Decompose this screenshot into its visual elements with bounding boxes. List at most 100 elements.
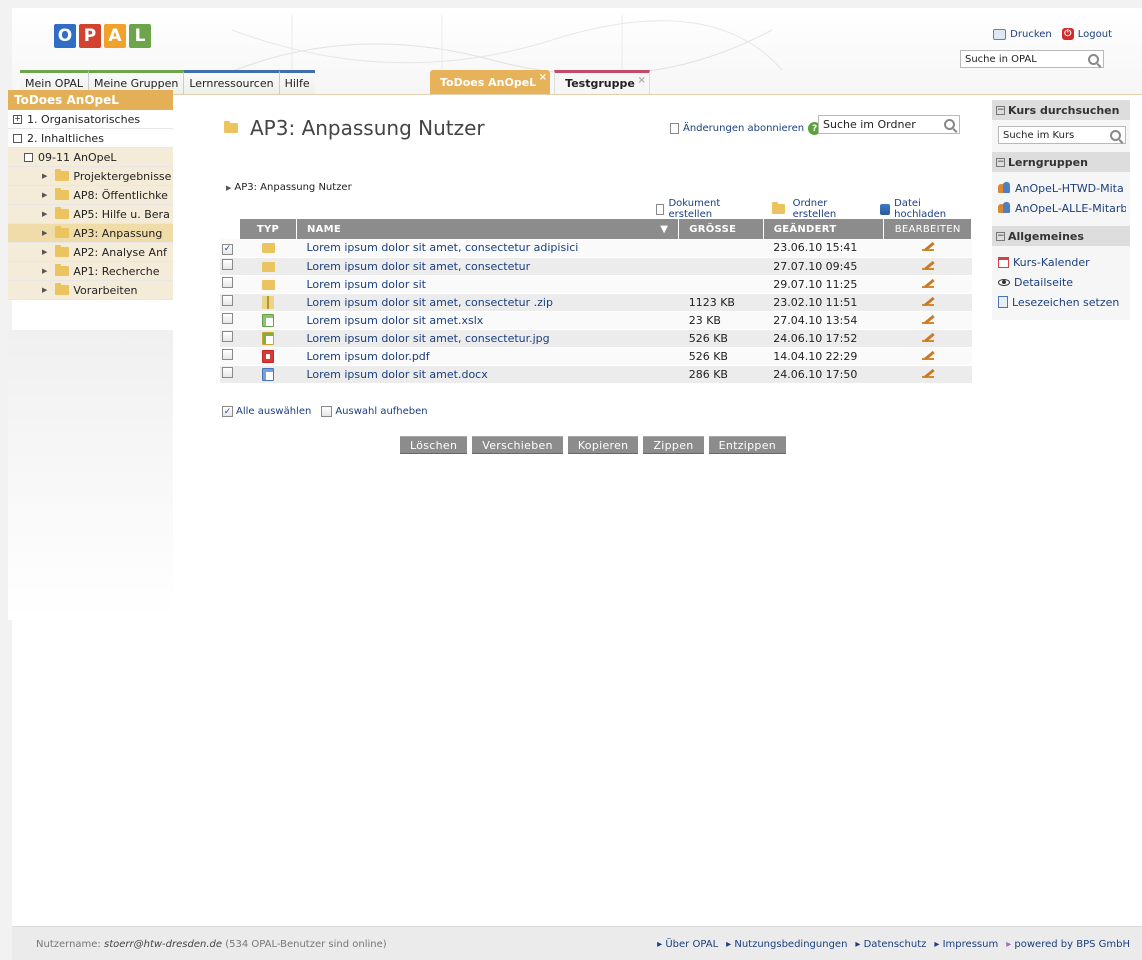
tree-item-ap5[interactable]: ▶ AP5: Hilfe u. Bera: [8, 205, 173, 224]
footer-link-bps[interactable]: ▸ powered by BPS GmbH: [1006, 939, 1130, 950]
collapse-icon[interactable]: −: [996, 157, 1005, 167]
create-document-link[interactable]: Dokument erstellen: [656, 198, 760, 220]
file-name-link[interactable]: Lorem ipsum dolor sit amet, consectetur …: [296, 239, 679, 258]
close-icon[interactable]: ×: [539, 72, 547, 83]
edit-icon[interactable]: [921, 313, 935, 325]
course-calendar-link[interactable]: Kurs-Kalender: [998, 252, 1126, 272]
file-name-link[interactable]: Lorem ipsum dolor.pdf: [296, 347, 679, 366]
file-changed: 23.06.10 15:41: [763, 239, 884, 258]
tree-item-ap1[interactable]: ▶ AP1: Recherche: [8, 262, 173, 281]
column-header-type[interactable]: TYP: [240, 219, 297, 239]
course-search-input[interactable]: Suche im Kurs: [998, 126, 1126, 144]
create-document-label: Dokument erstellen: [668, 198, 721, 220]
row-checkbox[interactable]: [222, 349, 233, 360]
tree-item-label: Vorarbeiten: [73, 283, 138, 297]
zip-button[interactable]: Zippen: [643, 436, 704, 454]
tree-item-ap8[interactable]: ▶ AP8: Öffentlichke: [8, 186, 173, 205]
print-link[interactable]: Drucken: [993, 28, 1052, 40]
collapse-icon[interactable]: [13, 133, 22, 143]
unzip-button[interactable]: Entzippen: [708, 436, 787, 454]
course-tabs: ToDoes AnOpeL × Testgruppe ×: [430, 70, 650, 94]
nav-hilfe[interactable]: Hilfe: [278, 70, 315, 94]
deselect-all-link[interactable]: Auswahl aufheben: [321, 406, 428, 417]
tab-testgruppe[interactable]: Testgruppe ×: [554, 70, 650, 94]
bookmark-link[interactable]: Lesezeichen setzen: [998, 292, 1126, 312]
logo-letter-o: O: [54, 24, 76, 48]
upload-file-link[interactable]: Datei hochladen: [879, 198, 970, 220]
folder-icon: [55, 169, 70, 181]
opal-search-input[interactable]: Suche in OPAL: [960, 50, 1104, 68]
file-name-link[interactable]: Lorem ipsum dolor sit: [296, 275, 679, 294]
table-row: Lorem ipsum dolor sit 29.07.10 11:25: [220, 275, 972, 294]
course-search-header[interactable]: − Kurs durchsuchen: [992, 100, 1130, 120]
row-checkbox[interactable]: [222, 259, 233, 270]
edit-icon[interactable]: [921, 277, 935, 289]
type-cell: [240, 365, 297, 384]
row-checkbox[interactable]: ✓: [222, 243, 233, 255]
row-checkbox[interactable]: [222, 367, 233, 378]
folder-actions: Dokument erstellen Ordner erstellen Date…: [656, 198, 970, 220]
tree-item-ap2[interactable]: ▶ AP2: Analyse Anf: [8, 243, 173, 262]
group-link[interactable]: AnOpeL-ALLE-Mitarb: [998, 198, 1126, 218]
tab-todoes-anopel[interactable]: ToDoes AnOpeL ×: [430, 70, 551, 94]
sort-desc-icon[interactable]: ▼: [660, 224, 668, 235]
close-icon[interactable]: ×: [637, 75, 645, 86]
collapse-icon[interactable]: −: [996, 105, 1005, 115]
general-header[interactable]: − Allgemeines: [992, 226, 1130, 246]
copy-button[interactable]: Kopieren: [567, 436, 639, 454]
row-checkbox[interactable]: [222, 295, 233, 306]
edit-icon[interactable]: [921, 295, 935, 307]
tree-item-organisatorisches[interactable]: + 1. Organisatorisches: [8, 110, 173, 129]
learning-groups-header[interactable]: − Lerngruppen: [992, 152, 1130, 172]
nav-lernressourcen[interactable]: Lernressourcen: [183, 70, 279, 94]
edit-icon[interactable]: [921, 349, 935, 361]
footer-link-about[interactable]: ▸ Über OPAL: [657, 939, 718, 950]
edit-icon[interactable]: [921, 240, 935, 252]
select-all-link[interactable]: ✓ Alle auswählen: [222, 406, 311, 417]
header-links: Drucken ⏻ Logout: [993, 28, 1112, 40]
group-link[interactable]: AnOpeL-HTWD-Mita: [998, 178, 1126, 198]
file-name-link[interactable]: Lorem ipsum dolor sit amet.docx: [296, 365, 679, 384]
row-checkbox[interactable]: [222, 331, 233, 342]
tree-item-inhaltliches[interactable]: 2. Inhaltliches: [8, 129, 173, 148]
footer-link-privacy[interactable]: ▸ Datenschutz: [855, 939, 926, 950]
file-name-link[interactable]: Lorem ipsum dolor sit amet, consectetur: [296, 257, 679, 276]
row-checkbox[interactable]: [222, 277, 233, 288]
column-header-size[interactable]: GRÖSSE: [678, 219, 764, 239]
tree-item-ap3[interactable]: ▶ AP3: Anpassung: [8, 224, 173, 243]
tree-item-anopel[interactable]: 09-11 AnOpeL: [8, 148, 173, 167]
file-name-link[interactable]: Lorem ipsum dolor sit amet, consectetur …: [296, 293, 679, 312]
folder-icon: [771, 202, 785, 214]
edit-icon[interactable]: [921, 259, 935, 271]
search-icon[interactable]: [944, 119, 955, 130]
course-tree-title[interactable]: ToDoes AnOpeL: [8, 90, 173, 110]
expand-icon[interactable]: +: [13, 114, 22, 124]
opal-logo[interactable]: O P A L: [54, 24, 151, 48]
folder-search-input[interactable]: Suche im Ordner: [818, 115, 960, 134]
footer-link-bps-label: powered by BPS GmbH: [1014, 939, 1130, 950]
row-checkbox[interactable]: [222, 313, 233, 324]
create-folder-link[interactable]: Ordner erstellen: [771, 198, 868, 220]
logout-link[interactable]: ⏻ Logout: [1061, 28, 1112, 40]
online-count: (534 OPAL-Benutzer sind online): [225, 939, 387, 950]
column-header-name[interactable]: NAME ▼: [296, 219, 680, 239]
edit-icon[interactable]: [921, 367, 935, 379]
group-label: AnOpeL-HTWD-Mita: [1015, 181, 1124, 195]
footer-link-imprint[interactable]: ▸ Impressum: [934, 939, 998, 950]
move-button[interactable]: Verschieben: [472, 436, 563, 454]
subscribe-link[interactable]: Änderungen abonnieren ?: [670, 122, 822, 135]
file-name-link[interactable]: Lorem ipsum dolor sit amet.xslx: [296, 311, 679, 330]
file-name-link[interactable]: Lorem ipsum dolor sit amet, consectetur.…: [296, 329, 679, 348]
file-changed: 14.04.10 22:29: [763, 347, 884, 366]
column-header-changed[interactable]: GEÄNDERT: [763, 219, 885, 239]
edit-icon[interactable]: [921, 331, 935, 343]
collapse-icon[interactable]: [24, 152, 33, 162]
tree-item-projektergebnisse[interactable]: ▶ Projektergebnisse: [8, 167, 173, 186]
search-icon[interactable]: [1088, 53, 1099, 65]
tree-item-vorarbeiten[interactable]: ▶ Vorarbeiten: [8, 281, 173, 300]
search-icon[interactable]: [1110, 129, 1121, 141]
collapse-icon[interactable]: −: [996, 231, 1005, 241]
footer-link-terms[interactable]: ▸ Nutzungsbedingungen: [726, 939, 847, 950]
detail-page-link[interactable]: Detailseite: [998, 272, 1126, 292]
delete-button[interactable]: Löschen: [400, 436, 468, 454]
